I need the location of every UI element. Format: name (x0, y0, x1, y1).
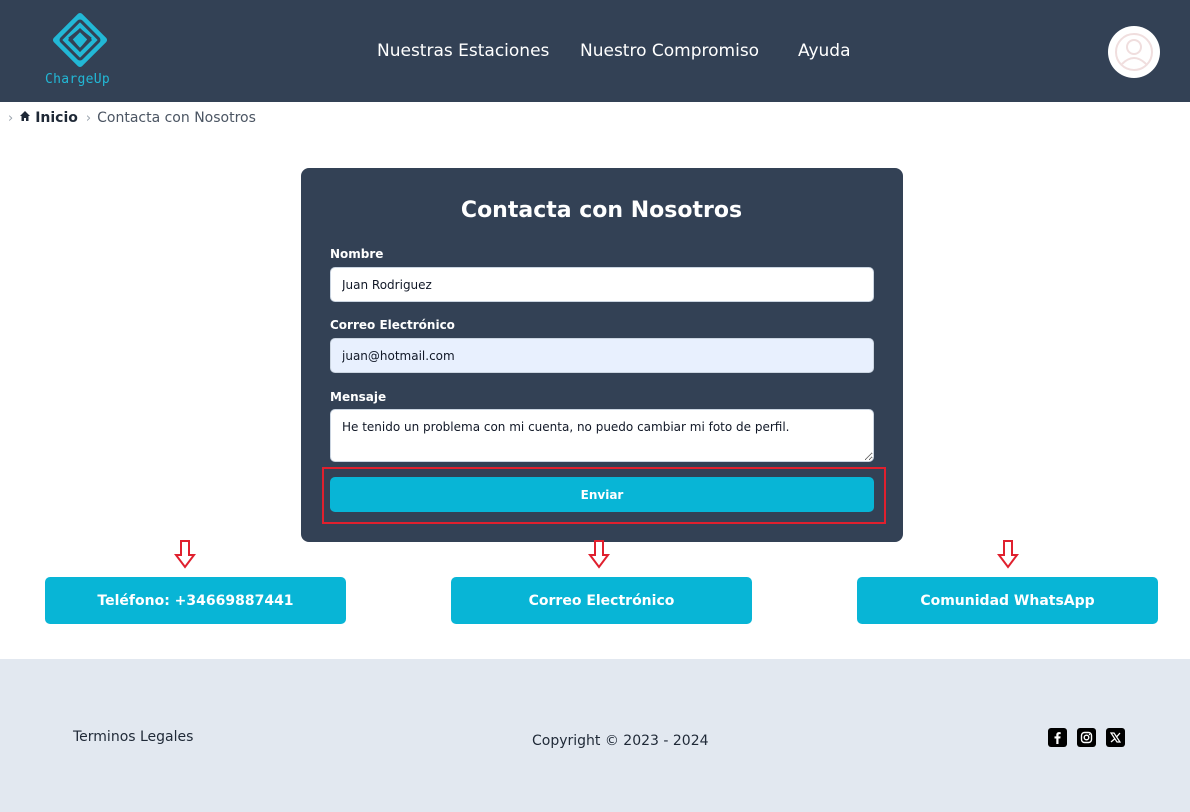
nav-nuestro-compromiso[interactable]: Nuestro Compromiso (580, 41, 759, 61)
message-textarea[interactable]: He tenido un problema con mi cuenta, no … (330, 409, 874, 462)
email-input[interactable] (330, 338, 874, 373)
chevron-right-icon: › (8, 110, 14, 126)
whatsapp-contact-button[interactable]: Comunidad WhatsApp (857, 577, 1158, 624)
arrow-down-icon (174, 540, 196, 569)
chevron-right-icon: › (85, 110, 92, 126)
home-icon (19, 110, 31, 126)
arrow-down-icon (997, 540, 1019, 569)
header: ChargeUp Nuestras Estaciones Nuestro Com… (0, 0, 1190, 102)
phone-contact-button[interactable]: Teléfono: +34669887441 (45, 577, 346, 624)
nav-ayuda[interactable]: Ayuda (798, 41, 851, 61)
breadcrumb-home-link[interactable]: Inicio (35, 110, 78, 126)
send-button[interactable]: Enviar (330, 477, 874, 512)
logo-text: ChargeUp (45, 72, 111, 87)
name-label: Nombre (330, 247, 384, 261)
email-contact-button[interactable]: Correo Electrónico (451, 577, 752, 624)
instagram-icon[interactable] (1077, 728, 1096, 747)
arrow-down-icon (588, 540, 610, 569)
nav-nuestras-estaciones[interactable]: Nuestras Estaciones (377, 41, 549, 61)
email-label: Correo Electrónico (330, 318, 455, 332)
copyright-text: Copyright © 2023 - 2024 (532, 733, 709, 749)
breadcrumb-current: Contacta con Nosotros (97, 110, 256, 126)
form-title: Contacta con Nosotros (460, 198, 743, 223)
facebook-icon[interactable] (1048, 728, 1067, 747)
user-avatar-icon[interactable] (1108, 26, 1160, 78)
message-label: Mensaje (330, 390, 387, 404)
legal-terms-link[interactable]: Terminos Legales (73, 729, 193, 745)
breadcrumb: › Inicio › Contacta con Nosotros (6, 109, 256, 127)
footer: Terminos Legales Copyright © 2023 - 2024 (0, 659, 1190, 812)
name-input[interactable] (330, 267, 874, 302)
x-twitter-icon[interactable] (1106, 728, 1125, 747)
